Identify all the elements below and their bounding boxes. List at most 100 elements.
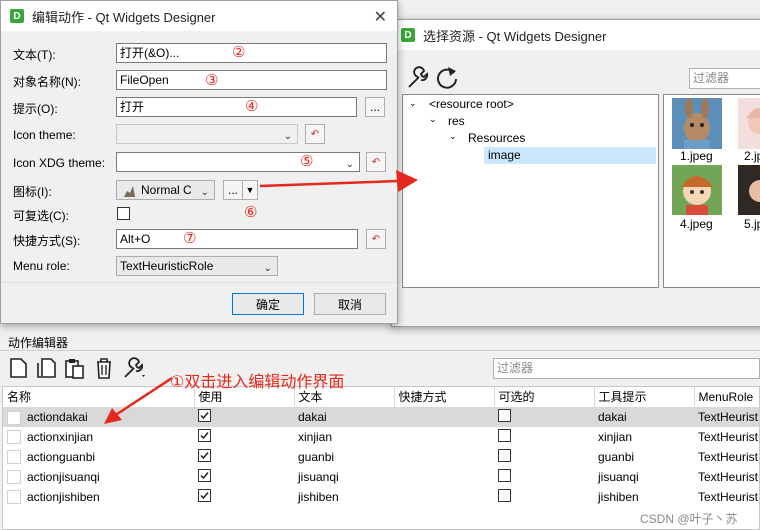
new-action-icon[interactable] bbox=[8, 357, 28, 382]
tree-item-root[interactable]: <resource root> bbox=[429, 97, 514, 111]
designer-app-icon: D bbox=[10, 9, 24, 23]
icon-xdg-theme-label: Icon XDG theme: bbox=[13, 156, 106, 170]
unchecked-checkbox[interactable] bbox=[498, 409, 511, 423]
edit-dialog-title: 编辑动作 - Qt Widgets Designer bbox=[32, 9, 216, 25]
action-filter-input[interactable]: 过滤器 bbox=[493, 358, 760, 379]
copy-action-icon[interactable] bbox=[36, 357, 58, 382]
unchecked-checkbox[interactable] bbox=[498, 489, 511, 502]
annotation-arrow-to-resources bbox=[259, 170, 418, 192]
text-cell: guanbi bbox=[298, 450, 335, 464]
annotation-6: ⑥ bbox=[244, 204, 258, 221]
action-editor-annotation: ①双击进入编辑动作界面 bbox=[170, 374, 345, 391]
action-icon-placeholder bbox=[7, 410, 21, 425]
checkable-cell bbox=[494, 447, 594, 467]
reset-shortcut-button[interactable]: ↶ bbox=[366, 229, 386, 249]
tooltip-input[interactable]: 打开 bbox=[116, 97, 357, 117]
watermark: CSDN @叶子丶苏 bbox=[640, 512, 738, 526]
checked-checkbox[interactable] bbox=[198, 469, 211, 482]
column-header[interactable]: MenuRole bbox=[694, 387, 759, 408]
thumbnail-caption: 1.jpeg bbox=[680, 149, 713, 163]
edit-titlebar: D 编辑动作 - Qt Widgets Designer ✕ bbox=[1, 1, 397, 31]
resource-thumbnails: 1.jpeg 2.jp 4.jpeg 5.jp bbox=[663, 94, 760, 288]
tooltip-browse-button[interactable]: ... bbox=[365, 97, 385, 117]
tree-item-image-selected[interactable]: image bbox=[484, 147, 656, 164]
icon-browse-button[interactable]: ... bbox=[223, 180, 243, 200]
checked-checkbox[interactable] bbox=[198, 429, 211, 442]
shortcut-cell bbox=[394, 487, 494, 507]
action-name-cell[interactable]: actionjishiben bbox=[3, 487, 194, 507]
icon-menu-button[interactable]: ▼ bbox=[242, 180, 258, 200]
action-editor-title: 动作编辑器 bbox=[8, 336, 69, 350]
menurole-cell: TextHeurist bbox=[698, 470, 759, 484]
chevron-down-icon[interactable]: ⌄ bbox=[429, 114, 437, 125]
text-input[interactable]: 打开(&O)... bbox=[116, 43, 387, 63]
designer-app-icon: D bbox=[401, 28, 415, 42]
resource-dialog-title: 选择资源 - Qt Widgets Designer bbox=[423, 28, 607, 44]
triangle-down-icon: ▼ bbox=[245, 185, 255, 195]
configure-wrench-icon[interactable] bbox=[406, 66, 430, 93]
cancel-button[interactable]: 取消 bbox=[314, 293, 386, 315]
checkable-checkbox[interactable] bbox=[117, 207, 130, 223]
thumbnail-girl-pink[interactable] bbox=[738, 98, 760, 149]
checkable-cell bbox=[494, 487, 594, 507]
unchecked-checkbox[interactable] bbox=[498, 429, 511, 442]
tooltip-cell: jisuanqi bbox=[598, 470, 639, 484]
checkable-cell bbox=[494, 407, 594, 427]
object-name-input[interactable]: FileOpen bbox=[116, 70, 387, 90]
used-cell bbox=[194, 467, 294, 487]
reset-arrow-icon: ↶ bbox=[371, 233, 381, 245]
unchecked-checkbox[interactable] bbox=[498, 449, 511, 462]
menurole-cell: TextHeurist bbox=[698, 490, 759, 504]
column-header[interactable]: 工具提示 bbox=[594, 387, 695, 408]
table-row[interactable]: actionguanbi guanbi guanbi TextHeurist bbox=[3, 447, 759, 467]
shortcut-input[interactable]: Alt+O bbox=[116, 229, 358, 249]
shortcut-cell bbox=[394, 447, 494, 467]
icon-mode-combo[interactable]: Normal C ⌄ bbox=[116, 180, 215, 200]
chevron-down-icon: ⌄ bbox=[283, 131, 292, 142]
shortcut-label: 快捷方式(S): bbox=[13, 234, 81, 248]
annotation-3: ③ bbox=[205, 72, 219, 89]
menu-role-label: Menu role: bbox=[13, 259, 70, 273]
checked-checkbox[interactable] bbox=[198, 409, 211, 423]
paste-action-icon[interactable] bbox=[64, 357, 86, 382]
thumbnail-cartoon[interactable] bbox=[672, 165, 722, 215]
reset-icon-theme-button[interactable]: ↶ bbox=[305, 124, 325, 144]
tree-item-resources[interactable]: Resources bbox=[468, 131, 525, 145]
chevron-down-icon[interactable]: ⌄ bbox=[409, 98, 417, 109]
column-header[interactable]: 快捷方式 bbox=[394, 387, 495, 408]
chevron-down-icon[interactable]: ⌄ bbox=[449, 131, 457, 142]
tree-item-res[interactable]: res bbox=[448, 114, 465, 128]
checked-checkbox[interactable] bbox=[198, 449, 211, 462]
used-cell bbox=[194, 487, 294, 507]
reset-arrow-icon: ↶ bbox=[371, 156, 381, 168]
table-row[interactable]: actionjishiben jishiben jishiben TextHeuris… bbox=[3, 487, 759, 507]
reload-icon[interactable] bbox=[434, 65, 460, 94]
thumbnail-kangaroo[interactable] bbox=[672, 98, 722, 149]
text-label: 文本(T): bbox=[13, 48, 56, 62]
thumbnail-caption: 4.jpeg bbox=[680, 217, 713, 231]
table-row[interactable]: actionjisuanqi jisuanqi jisuanqi TextHeuris… bbox=[3, 467, 759, 487]
unchecked-checkbox[interactable] bbox=[498, 469, 511, 482]
kangaroo-icon bbox=[121, 183, 137, 199]
menu-role-combo[interactable]: TextHeuristicRole ⌄ bbox=[116, 256, 278, 276]
close-icon[interactable]: ✕ bbox=[374, 7, 387, 27]
action-name-cell[interactable]: actionguanbi bbox=[3, 447, 194, 467]
column-header[interactable]: 可选的 bbox=[494, 387, 595, 408]
annotation-4: ④ bbox=[245, 98, 259, 115]
checkable-cell bbox=[494, 467, 594, 487]
tooltip-cell: guanbi bbox=[598, 450, 635, 464]
checkable-label: 可复选(C): bbox=[13, 209, 69, 223]
icon-label: 图标(I): bbox=[13, 185, 52, 199]
checked-checkbox[interactable] bbox=[198, 489, 211, 502]
tooltip-cell: dakai bbox=[598, 410, 627, 425]
action-name-cell[interactable]: actionjisuanqi bbox=[3, 467, 194, 487]
ok-button[interactable]: 确定 bbox=[232, 293, 304, 315]
used-cell bbox=[194, 447, 294, 467]
menurole-cell: TextHeurist bbox=[698, 410, 759, 425]
thumbnail-girl-dark[interactable] bbox=[738, 165, 760, 215]
resource-filter-input[interactable]: 过滤器 bbox=[689, 68, 760, 89]
action-name-cell[interactable]: actionxinjian bbox=[3, 427, 194, 447]
action-icon-placeholder bbox=[7, 470, 21, 485]
table-row[interactable]: actionxinjian xinjian xinjian TextHeurist bbox=[3, 427, 759, 447]
icon-theme-combo[interactable]: ⌄ bbox=[116, 124, 298, 144]
